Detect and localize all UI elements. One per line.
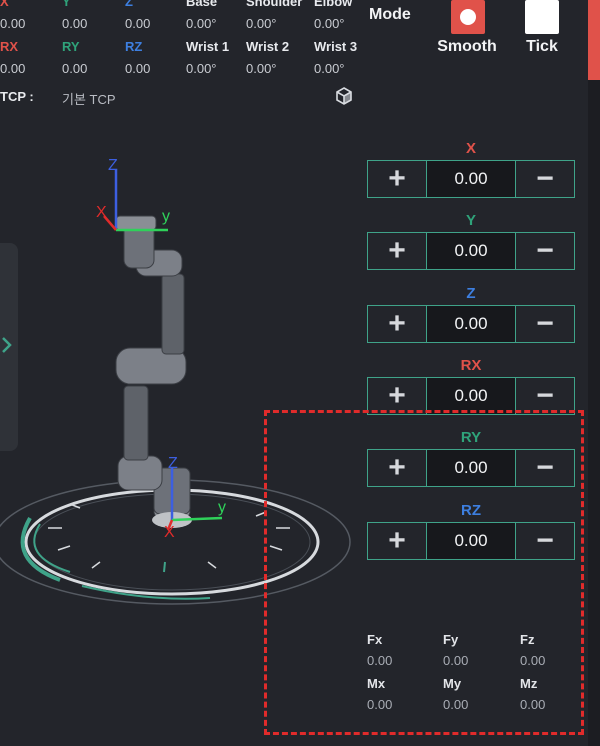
y-value: 0.00 xyxy=(62,16,88,31)
scrollbar-track[interactable] xyxy=(588,80,600,746)
z-value: 0.00 xyxy=(125,16,151,31)
rx-value: 0.00 xyxy=(0,61,26,76)
tick-mode-button[interactable] xyxy=(525,0,559,34)
rz-value: 0.00 xyxy=(125,61,151,76)
jog-y-plus-button[interactable]: + xyxy=(368,233,426,269)
shoulder-value: 0.00° xyxy=(246,16,277,31)
x-label: X xyxy=(0,0,9,9)
base-value: 0.00° xyxy=(186,16,217,31)
ry-label: RY xyxy=(62,39,80,54)
tool-y-axis-label: y xyxy=(162,208,170,225)
z-label: Z xyxy=(125,0,133,9)
wrist3-value: 0.00° xyxy=(314,61,345,76)
base-z-axis-label: Z xyxy=(168,455,178,472)
base-x-axis-label: X xyxy=(164,524,175,541)
jog-row-z: + 0.00 − xyxy=(367,305,575,343)
smooth-mode-label: Smooth xyxy=(437,38,497,55)
tool-x-axis-label: X xyxy=(96,204,107,221)
jog-z-minus-button[interactable]: − xyxy=(516,306,574,342)
jog-rx-value[interactable]: 0.00 xyxy=(426,378,516,414)
elbow-value: 0.00° xyxy=(314,16,345,31)
x-value: 0.00 xyxy=(0,16,26,31)
jog-x-title: X xyxy=(465,140,476,157)
rx-label: RX xyxy=(0,39,19,54)
wrist3-label: Wrist 3 xyxy=(314,39,358,54)
jog-y-value[interactable]: 0.00 xyxy=(426,233,516,269)
jog-y-minus-button[interactable]: − xyxy=(516,233,574,269)
cube-icon[interactable] xyxy=(334,86,354,106)
tcp-value: 기본 TCP xyxy=(62,92,116,107)
mode-label: Mode xyxy=(369,6,411,23)
jog-z-title: Z xyxy=(466,285,476,302)
jog-z-value[interactable]: 0.00 xyxy=(426,306,516,342)
tool-z-axis-label: Z xyxy=(108,157,118,174)
scrollbar-thumb[interactable] xyxy=(588,0,600,80)
jog-rx-plus-button[interactable]: + xyxy=(368,378,426,414)
jog-x-plus-button[interactable]: + xyxy=(368,161,426,197)
y-label: Y xyxy=(62,0,71,9)
jog-rx-minus-button[interactable]: − xyxy=(516,378,574,414)
wrist1-label: Wrist 1 xyxy=(186,39,230,54)
base-label: Base xyxy=(186,0,218,9)
wrist1-value: 0.00° xyxy=(186,61,217,76)
jog-row-x: + 0.00 − xyxy=(367,160,575,198)
jog-row-y: + 0.00 − xyxy=(367,232,575,270)
wrist2-label: Wrist 2 xyxy=(246,39,290,54)
rz-label: RZ xyxy=(125,39,143,54)
jog-rx-title: RX xyxy=(460,357,482,374)
jog-x-minus-button[interactable]: − xyxy=(516,161,574,197)
ry-value: 0.00 xyxy=(62,61,88,76)
shoulder-label: Shoulder xyxy=(246,0,303,9)
jog-x-value[interactable]: 0.00 xyxy=(426,161,516,197)
jog-y-title: Y xyxy=(465,212,476,229)
tcp-label: TCP : xyxy=(0,89,34,104)
smooth-mode-button[interactable] xyxy=(451,0,485,34)
tick-mode-label: Tick xyxy=(526,38,558,55)
jog-z-plus-button[interactable]: + xyxy=(368,306,426,342)
radio-dot-icon xyxy=(460,9,476,25)
base-y-axis-label: y xyxy=(218,499,226,516)
elbow-label: Elbow xyxy=(314,0,353,9)
wrist2-value: 0.00° xyxy=(246,61,277,76)
highlight-box xyxy=(264,410,584,735)
